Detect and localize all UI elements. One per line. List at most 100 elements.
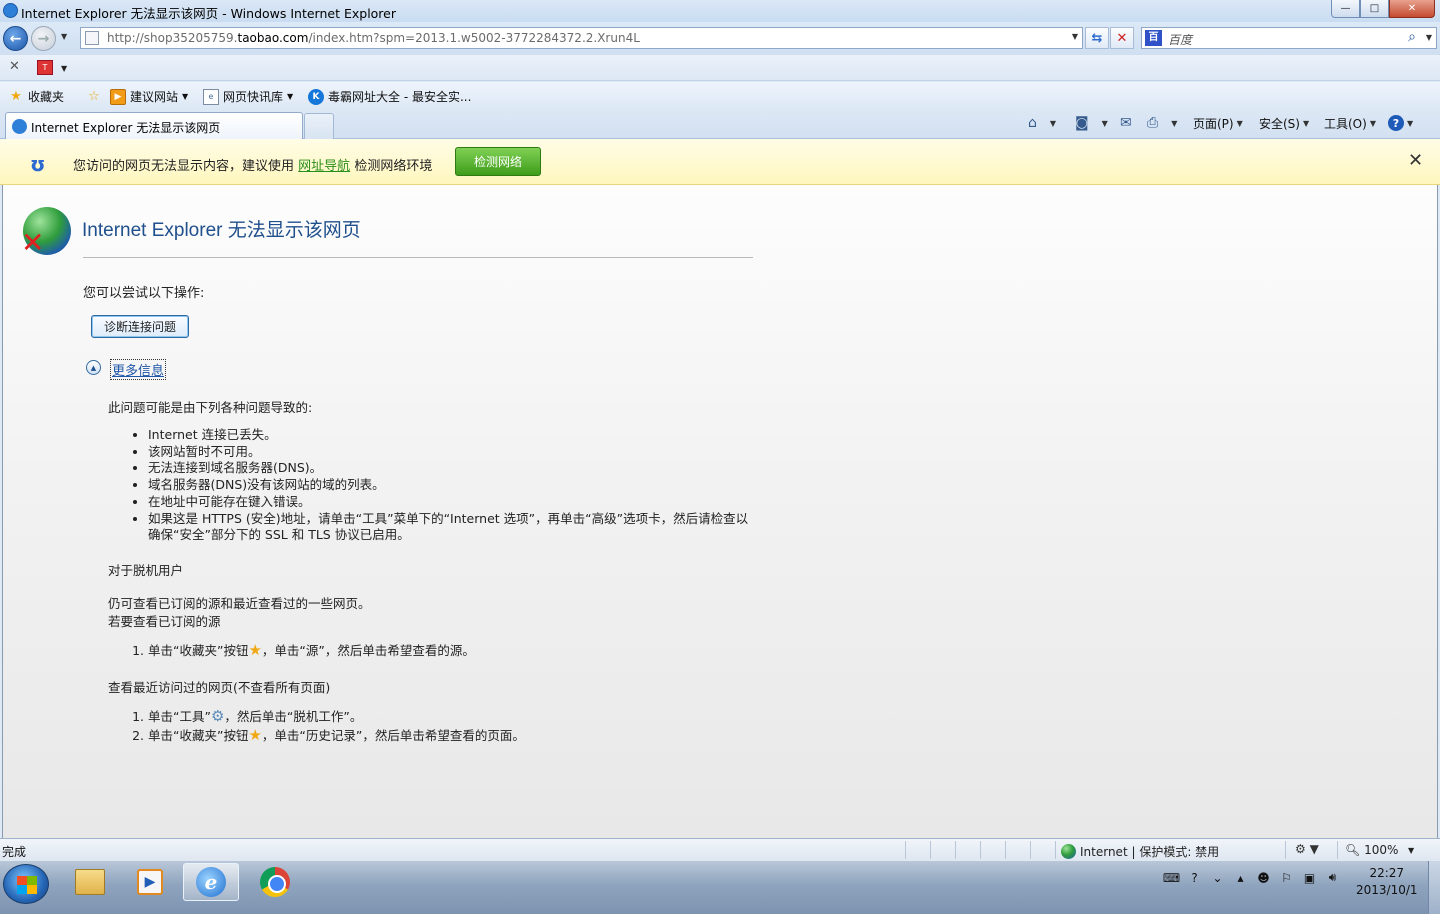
zoom-level[interactable]: 🔍︎ 100% [1345,843,1398,857]
help-icon: ? [1388,115,1404,131]
printer-icon: ⎙ [1147,115,1159,131]
divider [1055,841,1056,859]
page-title: Internet Explorer 无法显示该网页 [82,220,361,241]
chevron-down-icon: ▼ [182,92,189,101]
title-bar: Internet Explorer 无法显示该网页 - Windows Inte… [0,0,1440,22]
keyboard-icon[interactable]: ⌨ [1163,869,1180,886]
search-options-dropdown[interactable]: ▼ [1426,33,1432,42]
web-slice-gallery-button[interactable]: e 网页快讯库 ▼ [203,88,293,105]
toolbar-row: ✕ T ▼ [0,55,1440,81]
zoom-dropdown[interactable]: ▼ [1408,846,1414,855]
qq-icon[interactable]: ☻ [1255,869,1272,886]
search-box[interactable]: 百 百度 ⌕ ▼ [1141,27,1437,49]
stop-icon: ✕ [1116,30,1128,46]
read-mail-button[interactable]: ✉ [1120,115,1132,131]
url-navigation-link[interactable]: 网址导航 [298,159,350,174]
chevron-up-icon[interactable]: ▲ [86,360,101,375]
address-bar[interactable]: http://shop35205759.taobao.com/index.htm… [80,27,1083,49]
show-desktop-button[interactable] [1428,861,1440,914]
window-title: Internet Explorer 无法显示该网页 - Windows Inte… [21,6,397,21]
maximize-button[interactable]: □ [1360,0,1389,18]
arrow-left-icon: ← [9,30,22,47]
convert-dropdown[interactable]: ▼ [61,64,67,73]
ie-logo-icon: e [196,867,226,897]
globe-icon [1061,844,1076,859]
offline-heading: 对于脱机用户 [108,563,184,578]
home-button[interactable]: ⌂ ▼ [1028,115,1056,131]
status-bar: 完成 Internet | 保护模式: 禁用 ⚙ ▼ 🔍︎ 100% ▼ [0,838,1440,860]
list-item: 该网站暂时不可用。 [148,444,771,461]
chevron-down-icon[interactable]: ⌄ [1209,869,1226,886]
try-text: 您可以尝试以下操作: [83,286,205,301]
tab-active[interactable]: Internet Explorer 无法显示该网页 [5,112,303,139]
causes-intro: 此问题可能是由下列各种问题导致的: [108,400,313,415]
print-button[interactable]: ⎙ ▼ [1147,115,1177,131]
divider [1030,841,1031,859]
duba-shield-icon: ʊ [30,152,46,176]
info-bar: ʊ 您访问的网页无法显示内容，建议使用 网址导航 检测网络环境 检测网络 ✕ [0,139,1440,185]
favorites-bar: ★ 收藏夹 ☆ ▶ 建议网站 ▼ e 网页快讯库 ▼ K 毒霸网址大全 - 最安… [0,82,1440,109]
divider [930,841,931,859]
detect-network-button[interactable]: 检测网络 [455,147,541,176]
security-zone[interactable]: Internet | 保护模式: 禁用 [1061,843,1219,860]
close-icon[interactable]: ✕ [1408,150,1423,171]
refresh-button[interactable]: ⇆ [1085,27,1109,49]
close-toolbar-icon[interactable]: ✕ [9,59,20,74]
taskbar-explorer[interactable] [62,863,118,901]
minimize-button[interactable]: — [1331,0,1360,18]
forward-button[interactable]: → [31,26,56,51]
close-button[interactable]: ✕ [1389,0,1435,18]
ie-logo-icon [3,3,18,18]
back-button[interactable]: ← [3,26,28,51]
list-item: 无法连接到域名服务器(DNS)。 [148,460,771,477]
pdf-convert-icon[interactable]: T [37,60,53,75]
taskbar-media-player[interactable]: ▶ [122,863,178,901]
favorites-button[interactable]: ★ 收藏夹 [8,88,64,105]
search-icon[interactable]: ⌕ [1408,29,1416,45]
network-icon[interactable]: ▣ [1301,869,1318,886]
show-hidden-icons-icon[interactable]: ▴ [1232,869,1249,886]
list-item: Internet 连接已丢失。 [148,427,771,444]
chevron-down-icon: ▼ [1302,119,1310,128]
accelerator-icon[interactable]: ⚙ ▼ [1295,842,1319,856]
star-icon: ★ [10,89,22,104]
rss-icon: ◙ [1075,115,1089,131]
ie-logo-icon [12,119,27,134]
system-tray: ⌨ ? ⌄ ▴ ☻ ⚐ ▣ 🔊︎ [1163,869,1341,886]
zoom-icon: 🔍︎ [1345,843,1361,857]
divider [1337,841,1338,859]
add-to-favorites-button[interactable]: ☆ [86,88,102,104]
taskbar-ie[interactable]: e [183,863,239,901]
search-placeholder[interactable]: 百度 [1168,31,1192,48]
page-menu[interactable]: 页面(P) ▼ [1193,115,1243,132]
volume-icon[interactable]: 🔊︎ [1324,869,1341,886]
start-button[interactable] [3,864,49,904]
feed-steps: 单击“收藏夹”按钮★，单击“源”，然后单击希望查看的源。 [131,641,475,660]
new-tab-button[interactable] [304,113,334,139]
help-icon[interactable]: ? [1186,869,1203,886]
safety-menu[interactable]: 安全(S) ▼ [1259,115,1309,132]
more-info-link[interactable]: 更多信息 [110,359,167,380]
flag-icon[interactable]: ⚐ [1278,869,1295,886]
diagnose-connection-button[interactable]: 诊断连接问题 [91,315,189,338]
page-content: ✕ Internet Explorer 无法显示该网页 您可以尝试以下操作: 诊… [2,185,1438,838]
home-icon: ⌂ [1028,115,1037,131]
address-dropdown[interactable]: ▼ [1072,32,1078,41]
causes-list: Internet 连接已丢失。 该网站暂时不可用。 无法连接到域名服务器(DNS… [131,427,771,544]
media-player-icon: ▶ [137,869,163,895]
help-menu[interactable]: ? ▼ [1388,115,1413,131]
suggested-sites-button[interactable]: ▶ 建议网站 ▼ [110,88,188,105]
chevron-down-icon: ▼ [1049,118,1057,128]
list-item: 在地址中可能存在键入错误。 [148,494,771,511]
tools-menu[interactable]: 工具(O) ▼ [1324,115,1376,132]
clock[interactable]: 22:27 2013/10/1 [1356,865,1418,899]
offline-feeds-heading: 若要查看已订阅的源 [108,614,221,629]
taskbar-chrome[interactable] [247,863,303,901]
duba-link[interactable]: K 毒霸网址大全 - 最安全实... [308,88,471,105]
address-url[interactable]: http://shop35205759.taobao.com/index.htm… [107,31,640,45]
feeds-button[interactable]: ◙ ▼ [1075,115,1108,131]
chevron-down-icon: ▼ [1236,119,1243,128]
chevron-down-icon: ▼ [1171,118,1178,128]
stop-button[interactable]: ✕ [1110,27,1134,49]
recent-pages-dropdown[interactable]: ▼ [61,32,67,41]
